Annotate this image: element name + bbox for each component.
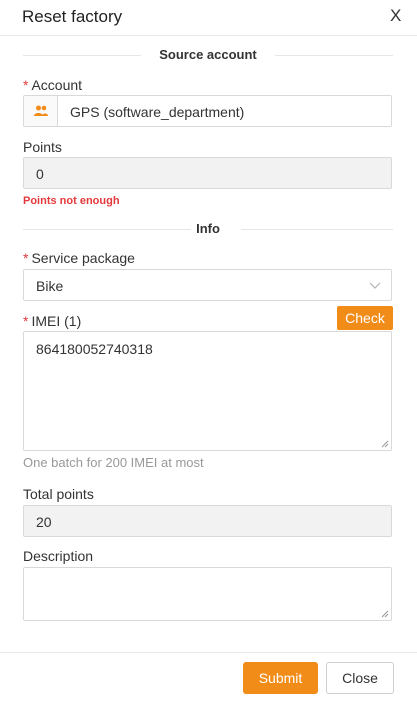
points-field: 0 [23, 157, 392, 189]
info-divider: Info [23, 221, 393, 237]
close-icon[interactable]: X [390, 6, 401, 26]
dialog-header: Reset factory X [0, 0, 417, 36]
total-points-field: 20 [23, 505, 392, 537]
points-error: Points not enough [23, 195, 120, 207]
description-label: Description [23, 548, 94, 564]
total-points-value: 20 [36, 514, 52, 530]
account-label: * Account [23, 77, 83, 93]
check-button[interactable]: Check [337, 306, 393, 330]
points-value: 0 [36, 166, 44, 182]
dialog-title: Reset factory [22, 7, 123, 26]
info-title: Info [196, 221, 220, 236]
imei-textarea[interactable]: 864180052740318 [23, 331, 392, 451]
points-label: Points [23, 139, 62, 155]
imei-label: * IMEI (1) [23, 313, 82, 329]
close-button[interactable]: Close [326, 662, 394, 694]
total-points-label: Total points [23, 486, 94, 502]
submit-button[interactable]: Submit [243, 662, 318, 694]
imei-value: 864180052740318 [36, 341, 153, 357]
resize-handle-icon[interactable] [381, 440, 389, 448]
users-icon [24, 96, 58, 126]
description-textarea[interactable] [23, 567, 392, 621]
service-package-value: Bike [36, 278, 64, 294]
account-selector[interactable]: GPS (software_department) [23, 95, 392, 127]
source-account-divider: Source account [23, 47, 393, 63]
imei-hint: One batch for 200 IMEI at most [23, 455, 204, 470]
footer-divider [0, 652, 417, 653]
account-value: GPS (software_department) [70, 104, 245, 120]
chevron-down-icon [369, 282, 381, 289]
resize-handle-icon[interactable] [381, 610, 389, 618]
service-package-select[interactable]: Bike [23, 269, 392, 301]
source-account-title: Source account [159, 47, 257, 62]
service-package-label: * Service package [23, 250, 135, 266]
